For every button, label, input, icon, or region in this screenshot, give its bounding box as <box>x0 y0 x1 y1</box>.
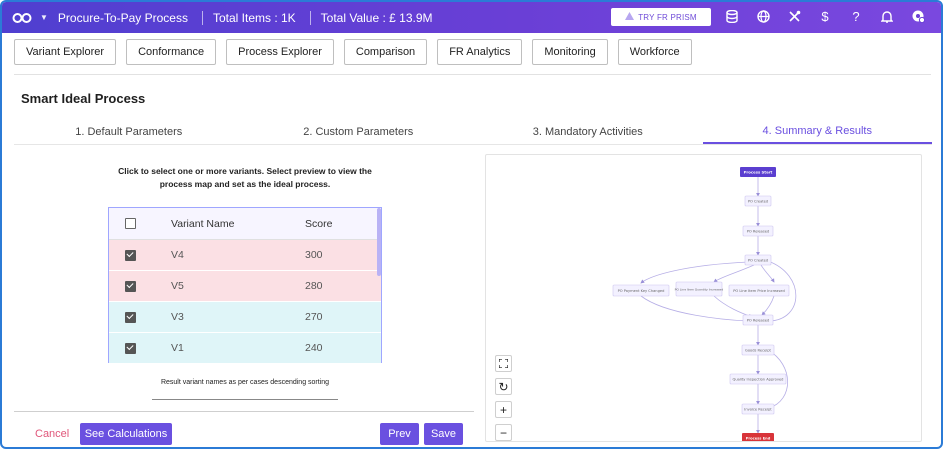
column-header-variant-name[interactable]: Variant Name <box>151 218 305 230</box>
sorting-note: Result variant names as per cases descen… <box>160 379 330 386</box>
node-invoice-receipt: Invoice Receipt <box>744 408 772 412</box>
nav-variant-explorer[interactable]: Variant Explorer <box>14 39 117 65</box>
fit-view-button[interactable] <box>495 355 512 372</box>
node-po-created-2: PO Created <box>748 259 768 263</box>
top-bar-icons: $ ? <box>724 8 941 24</box>
divider <box>201 10 203 25</box>
node-goods-receipt: Goods Receipt <box>745 349 771 353</box>
node-quantity-increased: PO Line Item Quantity Increased <box>675 288 724 292</box>
row-checkbox[interactable] <box>124 311 136 323</box>
variant-name: V5 <box>171 280 184 292</box>
see-calculations-button[interactable]: See Calculations <box>80 423 172 445</box>
prism-icon <box>625 12 635 22</box>
variant-score: 300 <box>305 249 323 261</box>
settings-icon[interactable] <box>910 8 926 24</box>
nav-monitoring[interactable]: Monitoring <box>532 39 608 65</box>
node-process-start: Process Start <box>744 170 773 175</box>
divider <box>14 411 474 412</box>
app-window: ▼ Procure-To-Pay Process Total Items : 1… <box>0 0 943 449</box>
variant-name: V3 <box>171 311 184 323</box>
divider <box>152 399 338 400</box>
node-payment-key-changed: PO Payment Key Changed <box>618 289 665 293</box>
nav-comparison[interactable]: Comparison <box>343 39 428 65</box>
column-header-score[interactable]: Score <box>305 218 375 230</box>
zoom-in-button[interactable]: + <box>495 401 512 418</box>
row-checkbox[interactable] <box>124 280 136 292</box>
variant-table: Variant Name Score V4 300 V5 280 V3 270 V1 240 <box>108 207 382 363</box>
variant-score: 240 <box>305 342 323 354</box>
chevron-down-icon[interactable]: ▼ <box>40 13 48 22</box>
variant-score: 280 <box>305 280 323 292</box>
globe-icon[interactable] <box>755 8 771 24</box>
table-row[interactable]: V1 240 <box>109 333 381 363</box>
node-price-increased: PO Line Item Price Increased <box>733 289 785 293</box>
process-title[interactable]: Procure-To-Pay Process <box>58 11 188 25</box>
fit-view-icon <box>499 359 508 368</box>
app-logo-icon[interactable] <box>12 11 34 25</box>
prev-button[interactable]: Prev <box>380 423 419 445</box>
total-value: Total Value : £ 13.9M <box>320 10 433 25</box>
table-row[interactable]: V4 300 <box>109 240 381 271</box>
divider <box>309 10 311 25</box>
instruction-text: Click to select one or more variants. Se… <box>118 166 372 189</box>
nav-workforce[interactable]: Workforce <box>617 39 692 65</box>
node-po-created: PO Created <box>748 200 768 204</box>
nav-conformance[interactable]: Conformance <box>126 39 217 65</box>
node-quality-inspection: Quality Inspection Approved <box>733 378 784 382</box>
table-row[interactable]: V3 270 <box>109 302 381 333</box>
node-po-released-2: PO Released <box>747 319 769 323</box>
variant-score: 270 <box>305 311 323 323</box>
save-button[interactable]: Save <box>424 423 463 445</box>
reset-view-button[interactable]: ↻ <box>495 378 512 395</box>
cancel-button[interactable]: Cancel <box>35 428 69 440</box>
table-header: Variant Name Score <box>109 208 381 240</box>
stepper: 1. Default Parameters 2. Custom Paramete… <box>14 119 932 145</box>
row-checkbox[interactable] <box>124 342 136 354</box>
divider <box>14 74 931 75</box>
help-icon[interactable]: ? <box>848 8 864 24</box>
database-icon[interactable] <box>724 8 740 24</box>
variant-name: V4 <box>171 249 184 261</box>
node-po-released: PO Released <box>747 230 769 234</box>
node-process-end: Process End <box>746 437 771 441</box>
nav-process-explorer[interactable]: Process Explorer <box>226 39 334 65</box>
variant-name: V1 <box>171 342 184 354</box>
try-fr-prism-button[interactable]: TRY FR PRISM <box>611 8 711 26</box>
select-all-checkbox[interactable] <box>124 218 136 229</box>
table-scrollbar[interactable] <box>377 208 381 276</box>
nav-fr-analytics[interactable]: FR Analytics <box>437 39 523 65</box>
process-map[interactable]: Process Start PO Created PO Released PO … <box>485 154 922 442</box>
page-title: Smart Ideal Process <box>21 91 146 106</box>
tools-icon[interactable] <box>786 8 802 24</box>
step-custom-parameters[interactable]: 2. Custom Parameters <box>244 119 474 144</box>
step-mandatory-activities[interactable]: 3. Mandatory Activities <box>473 119 703 144</box>
row-checkbox[interactable] <box>124 249 136 261</box>
table-row[interactable]: V5 280 <box>109 271 381 302</box>
bell-icon[interactable] <box>879 8 895 24</box>
module-nav: Variant Explorer Conformance Process Exp… <box>14 39 692 65</box>
step-summary-results[interactable]: 4. Summary & Results <box>702 119 932 144</box>
total-items: Total Items : 1K <box>212 10 296 25</box>
dollar-icon[interactable]: $ <box>817 8 833 24</box>
top-bar: ▼ Procure-To-Pay Process Total Items : 1… <box>2 2 941 33</box>
zoom-out-button[interactable]: − <box>495 424 512 441</box>
process-map-canvas: Process Start PO Created PO Released PO … <box>612 167 797 441</box>
step-default-parameters[interactable]: 1. Default Parameters <box>14 119 244 144</box>
